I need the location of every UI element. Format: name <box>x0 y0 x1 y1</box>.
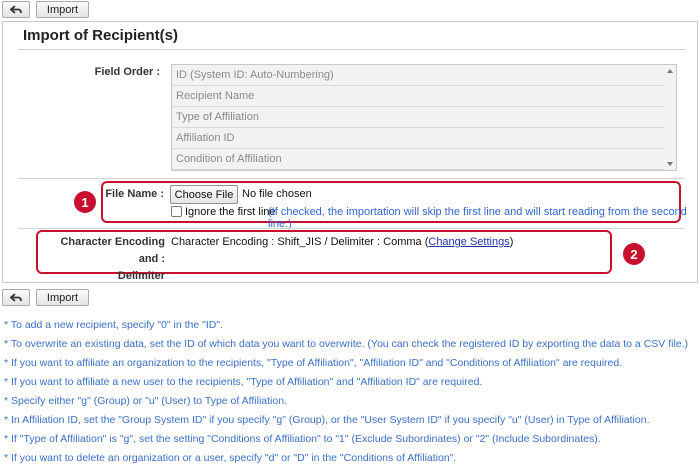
bottom-toolbar: Import <box>2 289 89 309</box>
encoding-text: Character Encoding : Shift_JIS / Delimit… <box>171 236 429 248</box>
field-order-list[interactable]: ID (System ID: Auto-Numbering) Recipient… <box>171 64 677 171</box>
note-item: * To add a new recipient, specify "0" in… <box>4 319 223 331</box>
help-notes: * To add a new recipient, specify "0" in… <box>4 317 696 469</box>
change-settings-link[interactable]: Change Settings <box>428 236 509 248</box>
section-divider <box>18 228 685 229</box>
section-divider <box>18 178 685 179</box>
field-order-option: Affiliation ID <box>172 128 664 149</box>
callout-badge-1: 1 <box>74 191 96 213</box>
callout-badge-2: 2 <box>623 243 645 265</box>
back-arrow-icon <box>10 292 22 302</box>
file-name-label: File Name : <box>105 188 164 200</box>
import-button[interactable]: Import <box>36 289 89 306</box>
ignore-first-line-note: (If checked, the importation will skip t… <box>268 206 687 230</box>
encoding-label-line2: Delimiter <box>117 270 165 282</box>
note-item: * If you want to affiliate a new user to… <box>4 376 483 388</box>
note-item: * In Affiliation ID, set the "Group Syst… <box>4 414 650 426</box>
note-item: * If "Type of Affiliation" is "g", set t… <box>4 433 601 445</box>
file-status: No file chosen <box>242 188 312 200</box>
import-button[interactable]: Import <box>36 1 89 18</box>
encoding-value: Character Encoding : Shift_JIS / Delimit… <box>171 236 513 248</box>
field-order-option: ID (System ID: Auto-Numbering) <box>172 65 664 86</box>
field-order-label: Field Order : <box>94 66 160 78</box>
page-title: Import of Recipient(s) <box>23 27 179 44</box>
back-button[interactable] <box>2 289 30 306</box>
choose-file-button[interactable]: Choose File <box>170 185 238 204</box>
scroll-down-icon[interactable] <box>667 162 673 166</box>
encoding-label: Character Encoding and : Delimiter <box>39 234 165 285</box>
encoding-text-end: ) <box>509 236 514 248</box>
import-panel: Import of Recipient(s) Field Order : ID … <box>2 21 698 283</box>
back-arrow-icon <box>10 4 22 14</box>
note-item: * If you want to delete an organization … <box>4 452 457 464</box>
field-order-option: Condition of Affiliation <box>172 149 664 170</box>
note-item: * Specify either "g" (Group) or "u" (Use… <box>4 395 287 407</box>
ignore-first-line-checkbox[interactable] <box>171 206 182 217</box>
note-item: * If you want to affiliate an organizati… <box>4 357 623 369</box>
encoding-label-line1: Character Encoding and : <box>60 236 165 265</box>
top-toolbar: Import <box>2 1 89 21</box>
scroll-up-icon[interactable] <box>667 69 673 73</box>
title-divider <box>18 49 685 50</box>
ignore-first-line-label[interactable]: Ignore the first line <box>185 206 276 218</box>
note-item: * To overwrite an existing data, set the… <box>4 338 689 350</box>
list-scrollbar[interactable] <box>664 65 676 170</box>
field-order-option: Recipient Name <box>172 86 664 107</box>
back-button[interactable] <box>2 1 30 18</box>
field-order-option: Type of Affiliation <box>172 107 664 128</box>
